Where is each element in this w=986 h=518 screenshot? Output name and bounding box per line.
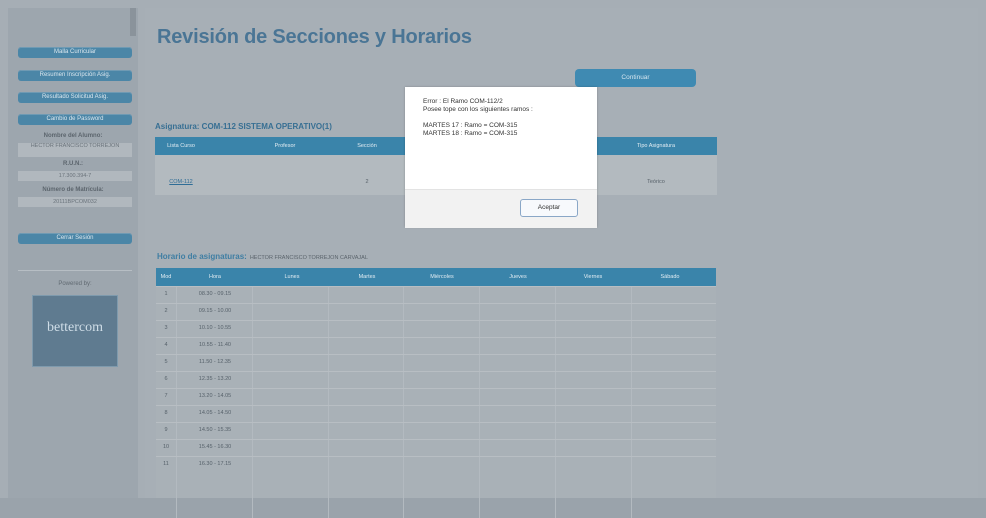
schedule-owner: HECTOR FRANCISCO TORREJON CARVAJAL: [249, 255, 368, 261]
header-seccion: Sección: [357, 143, 377, 149]
sidebar-edge: [130, 8, 136, 36]
curriculum-button[interactable]: Malla Curricular: [18, 47, 132, 58]
section-value: 2: [365, 179, 369, 185]
row-mod: 9: [164, 427, 168, 433]
rut-value: 17.300.394-7: [18, 171, 132, 181]
table-row: 5 11.50 - 12.35: [156, 354, 716, 370]
row-mod: 11: [163, 461, 169, 467]
table-row: 7 13.20 - 14.05: [156, 388, 716, 404]
row-mod: 4: [164, 342, 168, 348]
enrollment-label: Número de Matrícula:: [42, 187, 104, 193]
table-row: 8 14.05 - 14.50: [156, 405, 716, 421]
header-jueves: Jueves: [509, 274, 527, 280]
table-row: 6 12.35 - 13.20: [156, 371, 716, 387]
row-time: 15.45 - 16.30: [198, 444, 232, 450]
continue-button[interactable]: Continuar: [575, 69, 696, 87]
header-mod: Mod: [160, 274, 172, 280]
table-row: 11 16.30 - 17.15: [156, 456, 716, 472]
row-mod: 6: [164, 376, 168, 382]
table-row: 10 15.45 - 16.30: [156, 439, 716, 455]
enrollment-summary-button[interactable]: Resumen Inscripción Asig.: [18, 70, 132, 81]
header-hora: Hora: [209, 274, 221, 280]
rut-label: R.U.N.:: [63, 161, 83, 167]
subject-type-value: Teórico: [647, 179, 665, 185]
subject-title: Asignatura: COM-112 SISTEMA OPERATIVO(1): [155, 122, 332, 131]
table-row: 3 10.10 - 10.55: [156, 320, 716, 336]
header-sabado: Sábado: [660, 274, 680, 280]
row-time: 12.35 - 13.20: [198, 376, 232, 382]
row-time: 14.50 - 15.35: [198, 427, 232, 433]
row-time: 08.30 - 09.15: [198, 291, 232, 297]
accept-button[interactable]: Aceptar: [520, 199, 578, 217]
row-mod: 10: [162, 444, 170, 450]
schedule-title: Horario de asignaturas: HECTOR FRANCISCO …: [157, 252, 368, 261]
header-martes: Martes: [358, 274, 376, 280]
row-time: 10.10 - 10.55: [198, 325, 232, 331]
header-lista-curso: Lista Curso: [167, 143, 195, 149]
request-result-button[interactable]: Resultado Solicitud Asig.: [18, 92, 132, 103]
header-lunes: Lunes: [284, 274, 300, 280]
logo-text: bettercom: [47, 320, 103, 335]
powered-by: Powered by: bettercom: [18, 270, 132, 375]
row-mod: 5: [164, 359, 168, 365]
row-time: 13.20 - 14.05: [198, 393, 232, 399]
schedule-table: 1 08.30 - 09.15 2 09.15 - 10.00 3 10.10 - 1…: [156, 286, 716, 518]
row-mod: 7: [164, 393, 168, 399]
header-profesor: Profesor: [274, 143, 296, 149]
table-row: 4 10.55 - 11.40: [156, 337, 716, 353]
header-tipo-asignatura: Tipo Asignatura: [636, 143, 675, 149]
row-mod: 2: [164, 308, 168, 314]
table-row: 1 08.30 - 09.15: [156, 286, 716, 302]
powered-label: Powered by:: [58, 281, 92, 287]
row-time: 11.50 - 12.35: [198, 359, 231, 365]
course-list-link[interactable]: COM-112: [159, 179, 203, 185]
row-mod: 1: [164, 291, 168, 297]
table-row: 9 14.50 - 15.35: [156, 422, 716, 438]
logout-button[interactable]: Cerrar Sesión: [18, 233, 132, 244]
row-time: 10.55 - 11.40: [198, 342, 231, 348]
header-viernes: Viernes: [583, 274, 603, 280]
dialog-footer: Aceptar: [405, 189, 597, 228]
student-name-label: Nombre del Alumno:: [43, 133, 103, 139]
row-time: 09.15 - 10.00: [198, 308, 232, 314]
company-logo: bettercom: [32, 295, 118, 367]
error-message: Error : El Ramo COM-112/2 Posee tope con…: [423, 98, 533, 137]
page-title: Revisión de Secciones y Horarios: [157, 26, 472, 48]
row-mod: 8: [164, 410, 168, 416]
change-password-button[interactable]: Cambio de Password: [18, 114, 132, 125]
table-row: 2 09.15 - 10.00: [156, 303, 716, 319]
enrollment-number: 20111BPCOM032: [18, 197, 132, 207]
schedule-title-text: Horario de asignaturas:: [157, 252, 247, 261]
sidebar: Malla Curricular Resumen Inscripción Asi…: [8, 8, 138, 498]
student-name: HECTOR FRANCISCO TORREJON: [18, 143, 132, 157]
main-content: Revisión de Secciones y Horarios Continu…: [145, 8, 978, 518]
row-mod: 3: [164, 325, 168, 331]
error-dialog: Error : El Ramo COM-112/2 Posee tope con…: [405, 87, 597, 228]
row-time: 16.30 - 17.15: [198, 461, 232, 467]
header-miercoles: Miércoles: [430, 274, 454, 280]
row-time: 14.05 - 14.50: [198, 410, 232, 416]
